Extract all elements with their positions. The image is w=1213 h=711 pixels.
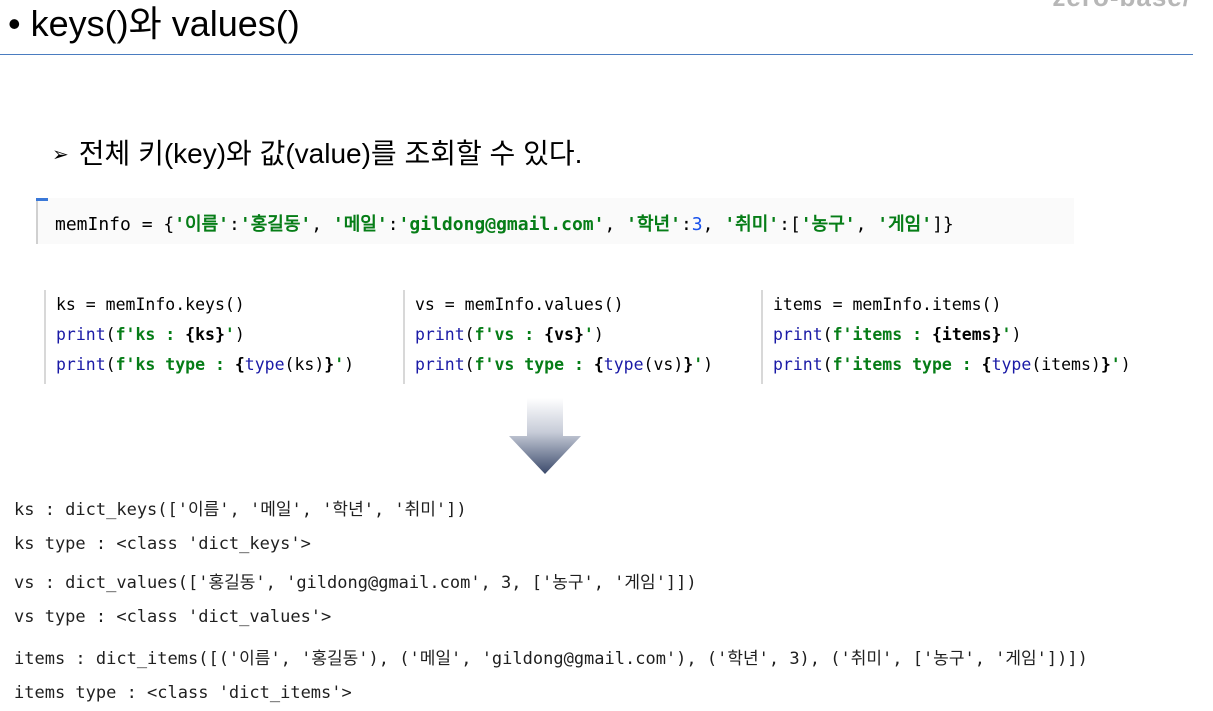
slide-title: • keys()와 values() [8,3,300,44]
code-dict-definition: memInfo = {'이름':'홍길동', '메일':'gildong@gma… [36,198,1074,244]
code-line: ks = memInfo.keys() [56,295,245,314]
code-line: print(f'ks type : {type(ks)}') [56,355,355,374]
output-line: items : dict_items([('이름', '홍길동'), ('메일'… [14,649,1088,669]
code-line: print(f'ks : {ks}') [56,325,245,344]
code-block-items: items = memInfo.items() print(f'items : … [761,290,1183,384]
brand-logo: zero-base/ [1052,0,1191,13]
bullet-arrow-icon: ➢ [52,144,69,166]
code-block-keys: ks = memInfo.keys() print(f'ks : {ks}') … [44,290,386,384]
code-block-values: vs = memInfo.values() print(f'vs : {vs}'… [403,290,745,384]
output-line: ks : dict_keys(['이름', '메일', '학년', '취미']) [14,500,467,520]
bullet-text: 전체 키(key)와 값(value)를 조회할 수 있다. [78,138,583,169]
title-divider [0,54,1193,55]
code-line: items = memInfo.items() [773,295,1002,314]
output-line: vs : dict_values(['홍길동', 'gildong@gmail.… [14,573,697,593]
code-line: print(f'items type : {type(items)}') [773,355,1131,374]
output-line: items type : <class 'dict_items'> [14,683,352,703]
code-line: vs = memInfo.values() [415,295,624,314]
down-arrow-icon [509,398,581,474]
output-line: vs type : <class 'dict_values'> [14,607,332,627]
output-line: ks type : <class 'dict_keys'> [14,534,311,554]
code-line: print(f'vs type : {type(vs)}') [415,355,714,374]
code-line: memInfo = {'이름':'홍길동', '메일':'gildong@gma… [55,214,954,235]
bullet-point: ➢ 전체 키(key)와 값(value)를 조회할 수 있다. [52,132,582,172]
code-line: print(f'items : {items}') [773,325,1022,344]
code-line: print(f'vs : {vs}') [415,325,604,344]
editor-caret [36,198,48,201]
